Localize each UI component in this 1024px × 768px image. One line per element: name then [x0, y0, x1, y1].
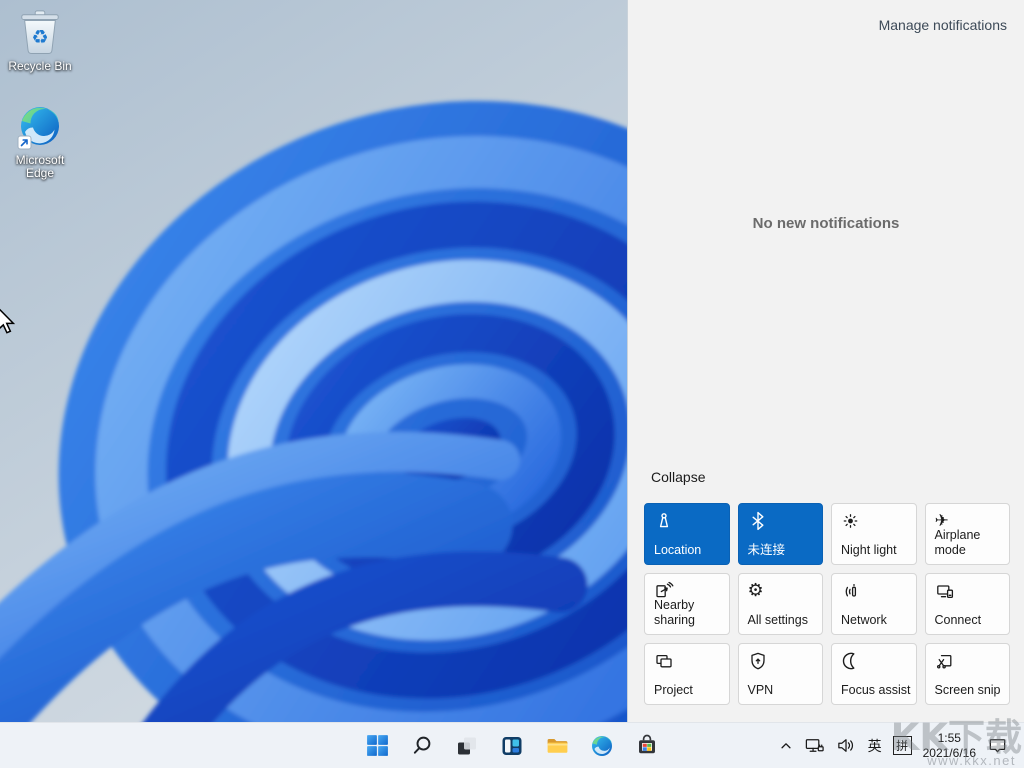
task-view-button[interactable]: [454, 733, 480, 759]
tray-network-button[interactable]: [804, 735, 825, 756]
focus-assist-moon-icon: [841, 651, 863, 671]
quick-action-network[interactable]: Network: [831, 573, 917, 635]
volume-speaker-icon: [836, 735, 857, 756]
recycle-bin-icon: ♻: [17, 5, 63, 57]
task-view-icon: [455, 734, 479, 758]
connect-icon: [935, 581, 957, 601]
system-tray: 英 拼 1:55 2021/6/16: [779, 723, 1008, 768]
screen-snip-icon: [935, 651, 957, 671]
notification-center-button[interactable]: [987, 735, 1008, 756]
edge-browser-button[interactable]: [589, 733, 615, 759]
quick-action-all-settings[interactable]: ⚙ All settings: [738, 573, 824, 635]
search-icon: [411, 734, 434, 757]
quick-action-project[interactable]: Project: [644, 643, 730, 705]
microsoft-store-icon: [635, 734, 659, 758]
desktop-icon-recycle-bin[interactable]: ♻ Recycle Bin: [4, 5, 76, 73]
desktop-wallpaper: [0, 0, 627, 722]
quick-action-night-light[interactable]: Night light: [831, 503, 917, 565]
tray-ime-mode-button[interactable]: 拼: [893, 736, 912, 755]
tray-clock[interactable]: 1:55 2021/6/16: [923, 731, 976, 761]
tray-volume-button[interactable]: [836, 735, 857, 756]
quick-action-bluetooth[interactable]: 未连接: [738, 503, 824, 565]
desktop-icon-label: Microsoft Edge: [4, 154, 76, 180]
collapse-button[interactable]: Collapse: [651, 469, 705, 485]
no-notifications-text: No new notifications: [628, 215, 1024, 232]
file-explorer-button[interactable]: [544, 733, 570, 759]
start-windows-icon: [365, 733, 390, 758]
night-light-icon: [841, 511, 863, 531]
bluetooth-icon: [748, 511, 770, 531]
quick-action-nearby-sharing[interactable]: Nearby sharing: [644, 573, 730, 635]
notification-bubble-icon: [987, 735, 1008, 756]
start-button[interactable]: [364, 733, 390, 759]
taskbar-center-icons: [364, 723, 660, 768]
file-explorer-folder-icon: [545, 733, 570, 758]
microsoft-edge-icon: [16, 103, 64, 151]
project-icon: [654, 651, 676, 671]
clock-time: 1:55: [923, 731, 976, 746]
microsoft-edge-icon: [590, 734, 614, 758]
desktop-icon-microsoft-edge[interactable]: Microsoft Edge: [4, 103, 76, 180]
tray-language-indicator[interactable]: 英: [868, 736, 882, 756]
network-ethernet-icon: [804, 735, 825, 756]
action-center-panel: Manage notifications No new notification…: [627, 0, 1024, 722]
taskbar: 英 拼 1:55 2021/6/16: [0, 722, 1024, 768]
widgets-icon: [500, 734, 524, 758]
quick-action-focus-assist[interactable]: Focus assist: [831, 643, 917, 705]
svg-text:♻: ♻: [31, 25, 48, 48]
quick-action-vpn[interactable]: VPN: [738, 643, 824, 705]
quick-action-airplane-mode[interactable]: ✈ Airplane mode: [925, 503, 1011, 565]
manage-notifications-link[interactable]: Manage notifications: [879, 17, 1007, 33]
desktop: ♻ Recycle Bin Microsoft Edge Manage noti…: [0, 0, 1024, 768]
location-icon: [654, 511, 676, 531]
quick-action-screen-snip[interactable]: Screen snip: [925, 643, 1011, 705]
quick-actions-grid: Location 未连接 Night light: [644, 503, 1010, 705]
vpn-shield-icon: [748, 651, 770, 671]
network-icon: [841, 581, 863, 601]
clock-date: 2021/6/16: [923, 746, 976, 761]
desktop-icon-label: Recycle Bin: [4, 60, 76, 73]
widgets-button[interactable]: [499, 733, 525, 759]
quick-action-location[interactable]: Location: [644, 503, 730, 565]
settings-gear-icon: ⚙: [748, 581, 770, 601]
chevron-up-icon: [779, 739, 793, 753]
search-button[interactable]: [409, 733, 435, 759]
tray-chevron-up-button[interactable]: [779, 739, 793, 753]
quick-action-connect[interactable]: Connect: [925, 573, 1011, 635]
microsoft-store-button[interactable]: [634, 733, 660, 759]
